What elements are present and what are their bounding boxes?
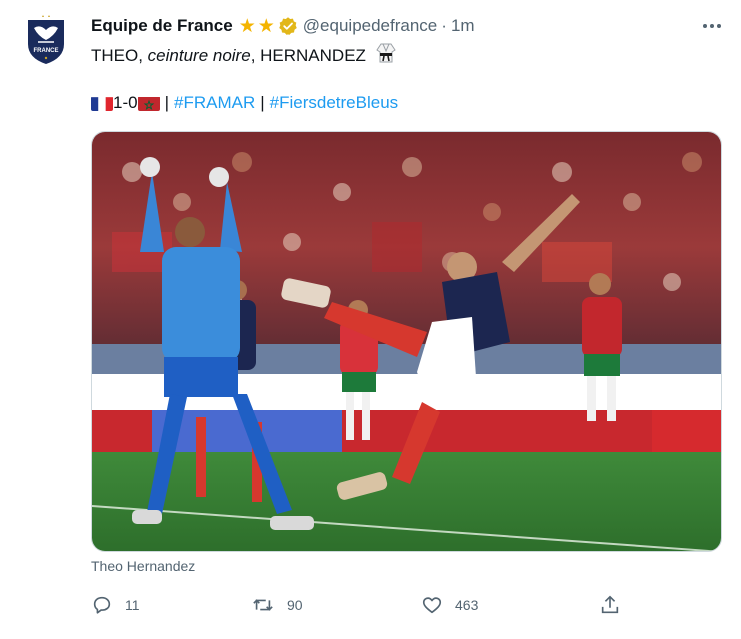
stars-badges: ★ ★ bbox=[239, 17, 275, 36]
martial-arts-uniform-icon bbox=[375, 42, 397, 70]
hashtag-framar[interactable]: #FRAMAR bbox=[174, 92, 255, 114]
like-button[interactable]: 463 bbox=[421, 594, 478, 616]
divider-text: | bbox=[164, 93, 169, 112]
tweet-header: Equipe de France ★ ★ @equipedefrance · 1… bbox=[91, 14, 475, 38]
hashtag-fiersdetrebleus[interactable]: #FiersdetreBleus bbox=[270, 92, 399, 114]
display-name[interactable]: Equipe de France bbox=[91, 16, 233, 36]
retweet-button[interactable]: 90 bbox=[251, 594, 303, 616]
flag-france-icon bbox=[91, 96, 113, 111]
text-italic: ceinture noire bbox=[147, 46, 251, 65]
fff-crest-icon: FRANCE bbox=[28, 15, 64, 64]
divider-text: | bbox=[260, 93, 265, 112]
more-options-icon[interactable] bbox=[698, 14, 726, 38]
reply-count: 11 bbox=[125, 597, 140, 613]
tweet: FRANCE Equipe de France ★ ★ @equipedefra… bbox=[0, 0, 741, 639]
retweet-icon bbox=[253, 599, 273, 611]
crest-text: FRANCE bbox=[34, 48, 59, 54]
share-button[interactable] bbox=[599, 594, 621, 616]
star-icon: ★ bbox=[257, 15, 275, 37]
separator-dot: · bbox=[441, 16, 447, 35]
text-part1: THEO, bbox=[91, 46, 148, 65]
tweet-photo[interactable] bbox=[91, 131, 722, 552]
avatar[interactable]: FRANCE bbox=[20, 14, 72, 66]
verified-badge-icon bbox=[278, 16, 298, 36]
timestamp[interactable]: 1m bbox=[451, 16, 475, 36]
tweet-text-line1: THEO, ceinture noire, HERNANDEZ bbox=[91, 42, 397, 70]
score-text: 1-0 bbox=[113, 93, 138, 112]
tweet-actions: 11 90 463 bbox=[91, 594, 631, 618]
reply-button[interactable]: 11 bbox=[91, 594, 140, 616]
media-caption: Theo Hernandez bbox=[91, 558, 196, 574]
star-icon: ★ bbox=[238, 15, 256, 37]
flag-morocco-icon bbox=[137, 96, 160, 111]
retweet-count: 90 bbox=[287, 597, 303, 613]
reply-icon bbox=[93, 596, 111, 614]
handle[interactable]: @equipedefrance bbox=[303, 16, 437, 36]
heart-icon bbox=[422, 597, 442, 614]
text-part2: , HERNANDEZ bbox=[250, 46, 366, 65]
share-icon bbox=[601, 595, 619, 614]
like-count: 463 bbox=[455, 597, 479, 613]
tweet-text-line2: 1-0 | #FRAMAR | #FiersdetreBleus bbox=[91, 92, 398, 114]
